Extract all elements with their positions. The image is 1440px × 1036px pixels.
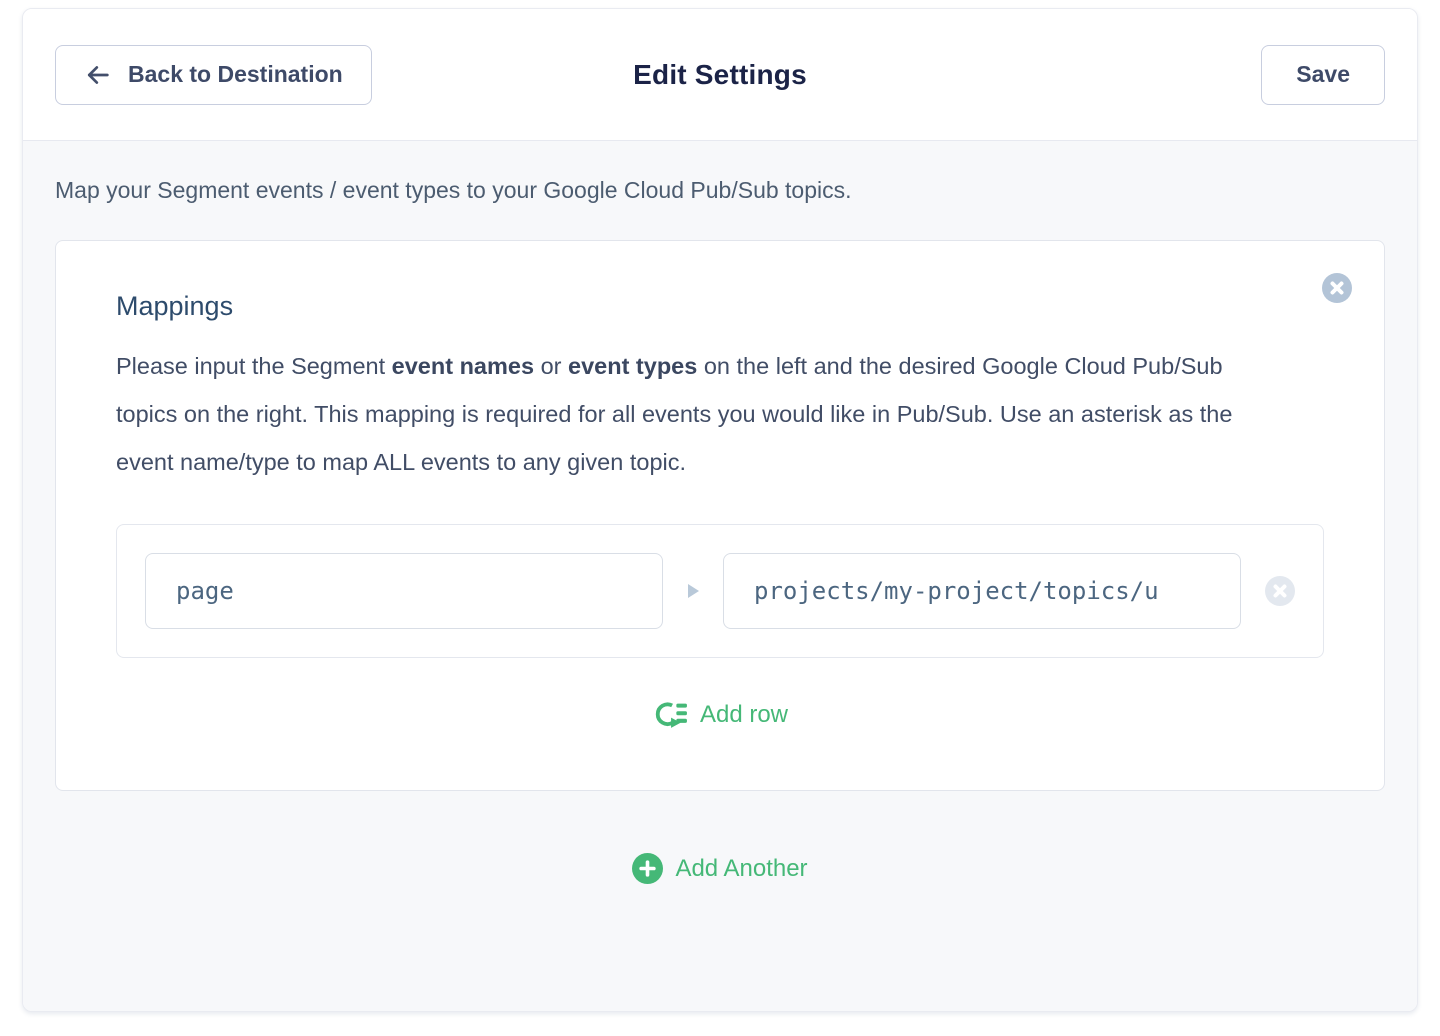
add-row-container: Add row <box>116 700 1324 730</box>
add-another-container: Add Another <box>55 853 1385 884</box>
topic-input[interactable] <box>723 553 1241 629</box>
panel-body: Map your Segment events / event types to… <box>23 141 1417 1011</box>
mappings-description: Please input the Segment event names or … <box>116 342 1281 486</box>
back-arrow-icon <box>84 61 112 89</box>
add-row-label: Add row <box>700 701 788 729</box>
remove-row-x-icon <box>1272 583 1288 599</box>
mappings-title: Mappings <box>116 291 1324 322</box>
close-icon <box>1329 280 1345 296</box>
page: Back to Destination Edit Settings Save M… <box>0 0 1440 1036</box>
plus-icon <box>632 853 663 884</box>
remove-row-button[interactable] <box>1265 576 1295 606</box>
edit-settings-panel: Back to Destination Edit Settings Save M… <box>22 8 1418 1012</box>
add-another-button[interactable]: Add Another <box>632 853 807 884</box>
maps-to-arrow-icon <box>663 582 723 600</box>
add-row-icon <box>652 700 688 730</box>
close-mappings-button[interactable] <box>1322 273 1352 303</box>
intro-text: Map your Segment events / event types to… <box>55 177 1385 204</box>
back-to-destination-button[interactable]: Back to Destination <box>55 45 372 105</box>
page-title: Edit Settings <box>633 59 807 91</box>
back-button-label: Back to Destination <box>128 61 343 88</box>
mapping-row <box>116 524 1324 658</box>
event-name-input[interactable] <box>145 553 663 629</box>
add-row-button[interactable]: Add row <box>652 700 788 730</box>
panel-header: Back to Destination Edit Settings Save <box>23 9 1417 141</box>
add-another-label: Add Another <box>675 855 807 883</box>
mappings-card: Mappings Please input the Segment event … <box>55 240 1385 791</box>
save-button[interactable]: Save <box>1261 45 1385 105</box>
